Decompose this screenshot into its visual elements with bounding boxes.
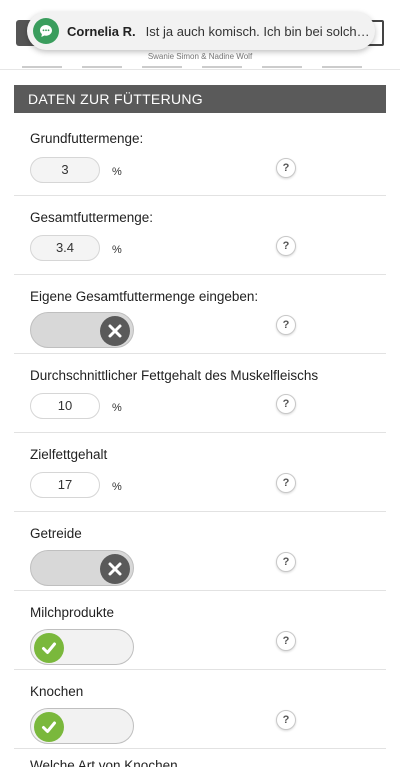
- zielfettgehalt-input[interactable]: 17: [30, 472, 100, 498]
- help-icon[interactable]: ?: [276, 315, 296, 335]
- row-eigene-gesamtfuttermenge: Eigene Gesamtfuttermenge eingeben: ?: [14, 275, 386, 354]
- getreide-toggle[interactable]: [30, 550, 134, 586]
- nav-bar: [22, 66, 378, 68]
- help-icon[interactable]: ?: [276, 710, 296, 730]
- eigene-gesamtfuttermenge-toggle[interactable]: [30, 312, 134, 348]
- close-icon: [100, 316, 130, 346]
- milchprodukte-label: Milchprodukte: [30, 605, 115, 620]
- help-icon[interactable]: ?: [276, 394, 296, 414]
- row-zielfettgehalt: Zielfettgehalt 17 % ?: [14, 433, 386, 512]
- message-notification[interactable]: Cornelia R. Ist ja auch komisch. Ich bin…: [27, 12, 375, 50]
- site-subtitle: Swanie Simon & Nadine Wolf: [147, 52, 253, 61]
- row-grundfuttermenge: Grundfuttermenge: 3 % ?: [14, 117, 386, 196]
- chat-bubble-icon: [33, 18, 59, 44]
- zielfettgehalt-unit: %: [112, 481, 122, 493]
- check-icon: [34, 712, 64, 742]
- grundfuttermenge-input[interactable]: 3: [30, 157, 100, 183]
- grundfuttermenge-label: Grundfuttermenge:: [30, 131, 144, 146]
- zielfettgehalt-label: Zielfettgehalt: [30, 447, 108, 462]
- help-icon[interactable]: ?: [276, 236, 296, 256]
- notification-message: Ist ja auch komisch. Ich bin bei solchen…: [145, 23, 375, 39]
- help-icon[interactable]: ?: [276, 473, 296, 493]
- milchprodukte-toggle[interactable]: [30, 629, 134, 665]
- fettgehalt-input[interactable]: 10: [30, 393, 100, 419]
- section-title: DATEN ZUR FÜTTERUNG: [14, 85, 386, 113]
- close-icon: [100, 554, 130, 584]
- grundfuttermenge-unit: %: [112, 166, 122, 178]
- row-fettgehalt: Durchschnittlicher Fettgehalt des Muskel…: [14, 354, 386, 433]
- help-icon[interactable]: ?: [276, 552, 296, 572]
- check-icon: [34, 633, 64, 663]
- fettgehalt-label: Durchschnittlicher Fettgehalt des Muskel…: [30, 368, 319, 383]
- knochen-label: Knochen: [30, 684, 84, 699]
- row-milchprodukte: Milchprodukte ?: [14, 591, 386, 670]
- knochen-art-label: Welche Art von Knochen: [30, 758, 178, 767]
- notification-sender: Cornelia R.: [67, 23, 136, 39]
- eigene-gesamtfuttermenge-label: Eigene Gesamtfuttermenge eingeben:: [30, 289, 259, 304]
- help-icon[interactable]: ?: [276, 158, 296, 178]
- row-getreide: Getreide ?: [14, 512, 386, 591]
- fettgehalt-unit: %: [112, 402, 122, 414]
- help-icon[interactable]: ?: [276, 631, 296, 651]
- row-gesamtfuttermenge: Gesamtfuttermenge: 3.4 % ?: [14, 196, 386, 275]
- gesamtfuttermenge-unit: %: [112, 244, 122, 256]
- gesamtfuttermenge-label: Gesamtfuttermenge:: [30, 210, 154, 225]
- getreide-label: Getreide: [30, 526, 82, 541]
- gesamtfuttermenge-input[interactable]: 3.4: [30, 235, 100, 261]
- row-knochen: Knochen ?: [14, 670, 386, 749]
- knochen-toggle[interactable]: [30, 708, 134, 744]
